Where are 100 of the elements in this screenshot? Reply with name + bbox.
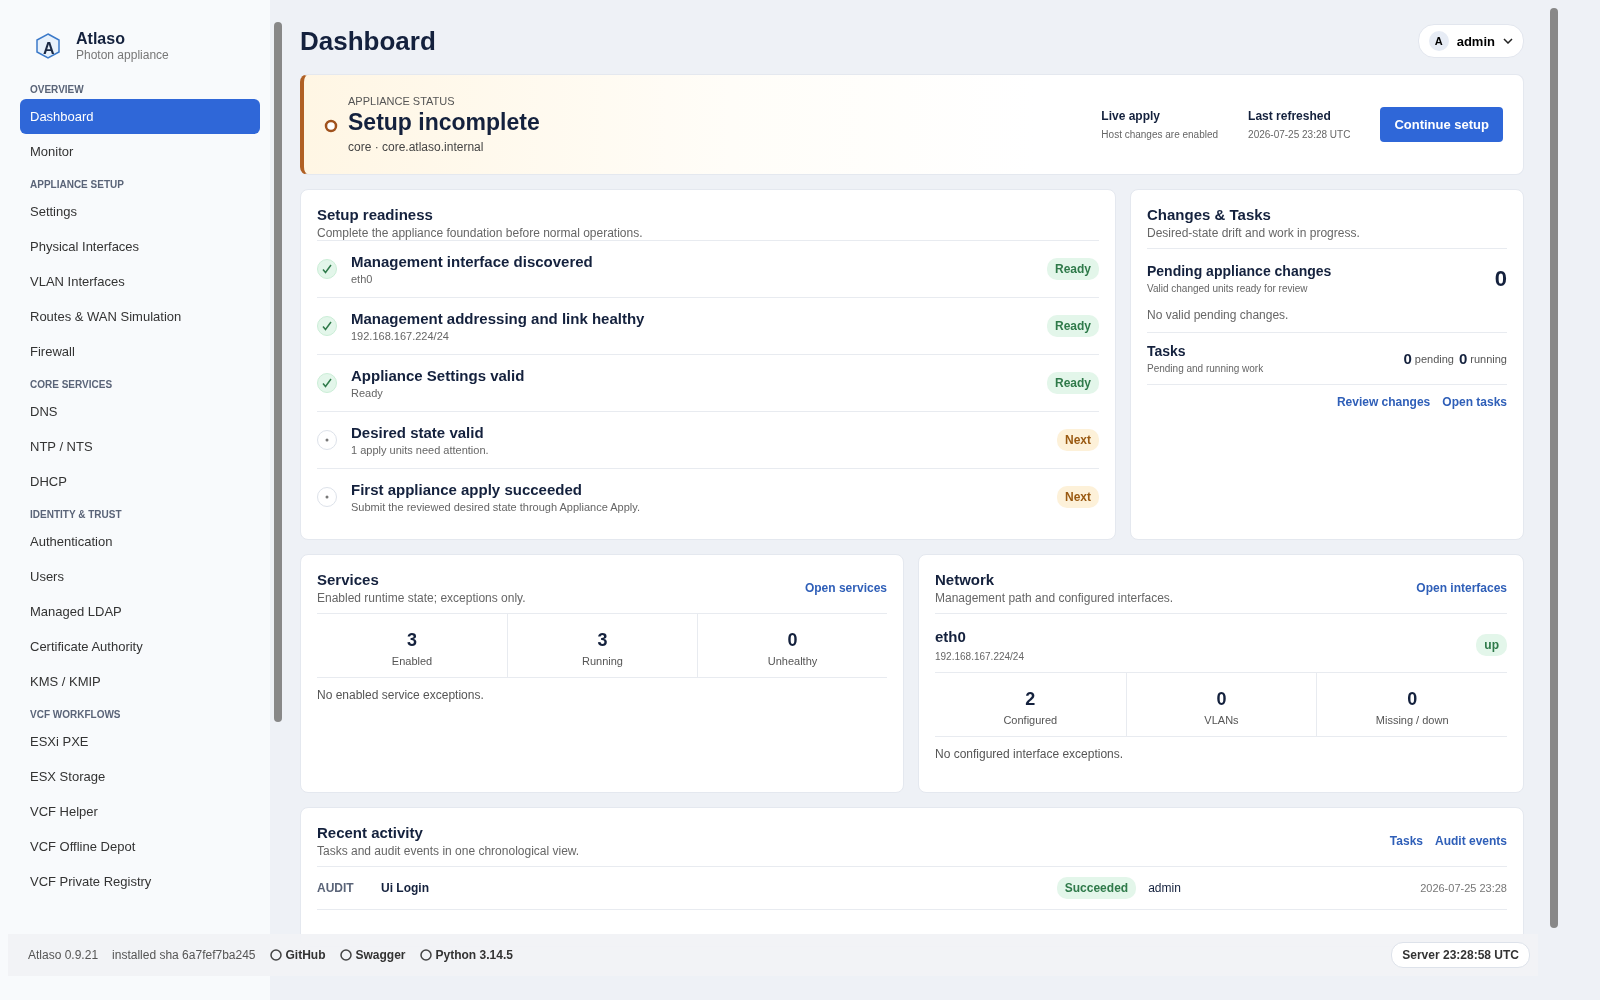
result-badge: Succeeded (1056, 877, 1137, 899)
server-time: Server 23:28:58 UTC (1391, 942, 1530, 968)
card-link[interactable]: Open tasks (1442, 395, 1507, 409)
activity-event: Ui Login (381, 881, 430, 895)
readiness-title: Management interface discovered (351, 253, 594, 270)
sidebar-heading: OVERVIEW (29, 83, 85, 97)
scrollbar[interactable] (274, 22, 282, 722)
fact-value: Host changes are enabled (1101, 129, 1219, 140)
status-badge: Next (1057, 486, 1099, 508)
tasks-title: Tasks (1147, 343, 1187, 359)
stat-label: Enabled (390, 655, 434, 667)
sidebar-item[interactable]: VCF Helper (20, 794, 260, 829)
sidebar-item[interactable]: Settings (20, 194, 260, 229)
card-subtitle: Enabled runtime state; exceptions only. (317, 591, 527, 605)
status-badge: Ready (1046, 258, 1099, 280)
card-title: Recent activity (317, 824, 424, 841)
footer-link[interactable]: GitHub (269, 948, 326, 962)
scrollbar[interactable] (1550, 8, 1558, 928)
pending-task-count: 0 (1403, 350, 1412, 367)
sidebar-item[interactable]: Monitor (20, 134, 260, 169)
stat-value: 0 (1406, 689, 1419, 710)
circle-icon (339, 949, 352, 961)
stat-label: Missing / down (1374, 714, 1450, 726)
footer-link[interactable]: Python 3.14.5 (419, 948, 513, 962)
sidebar-heading: APPLIANCE SETUP (29, 178, 125, 192)
interface-state-badge: up (1476, 634, 1507, 656)
user-menu[interactable]: A admin (1417, 24, 1524, 58)
sidebar-item[interactable]: VCF Private Registry (20, 864, 260, 899)
pending-count: 0 (1494, 265, 1507, 292)
version-text: Atlaso 0.9.21 (28, 948, 99, 962)
readiness-detail: eth0 (351, 273, 374, 285)
open-interfaces-link[interactable]: Open interfaces (1416, 581, 1507, 595)
readiness-detail: Ready (351, 387, 384, 399)
readiness-title: First appliance apply succeeded (351, 481, 583, 498)
sidebar-item[interactable]: Certificate Authority (20, 629, 260, 664)
sidebar-item[interactable]: DNS (20, 394, 260, 429)
card-subtitle: Desired-state drift and work in progress. (1147, 226, 1361, 240)
open-services-link[interactable]: Open services (804, 581, 887, 595)
sidebar-item[interactable]: Authentication (20, 524, 260, 559)
pending-label: pending (1414, 352, 1454, 365)
sidebar-item[interactable]: VLAN Interfaces (20, 264, 260, 299)
logo-letter: A (43, 40, 55, 58)
card-title: Services (317, 571, 380, 588)
stat-value: 3 (406, 630, 418, 651)
card-link[interactable]: Audit events (1435, 834, 1507, 848)
status-badge: Ready (1046, 315, 1099, 337)
readiness-title: Appliance Settings valid (351, 367, 526, 384)
sidebar-item[interactable]: ESXi PXE (20, 724, 260, 759)
sidebar-item[interactable]: ESX Storage (20, 759, 260, 794)
readiness-detail: 192.168.167.224/24 (351, 330, 450, 342)
interface-address: 192.168.167.224/24 (935, 651, 1025, 662)
footer-link[interactable]: Swagger (339, 948, 406, 962)
activity-actor: admin (1148, 881, 1182, 895)
card-note: No enabled service exceptions. (317, 687, 485, 704)
fact-value: 2026-07-25 23:28 UTC (1248, 129, 1351, 140)
stat-value: 0 (786, 630, 799, 651)
running-task-count: 0 (1458, 350, 1468, 367)
sidebar-item[interactable]: Physical Interfaces (20, 229, 260, 264)
pending-subtitle: Valid changed units ready for review (1147, 283, 1309, 294)
sidebar-item[interactable]: VCF Offline Depot (20, 829, 260, 864)
sidebar-item[interactable]: KMS / KMIP (20, 664, 260, 699)
continue-setup-button[interactable]: Continue setup (1380, 107, 1503, 142)
status-badge: Next (1057, 429, 1099, 451)
card-title: Setup readiness (317, 206, 434, 223)
sidebar-item[interactable]: Routes & WAN Simulation (20, 299, 260, 334)
activity-time: 2026-07-25 23:28 (1420, 882, 1507, 894)
sidebar-item[interactable]: DHCP (20, 464, 260, 499)
card-link[interactable]: Tasks (1389, 834, 1423, 848)
stat-value: 0 (1215, 689, 1228, 710)
card-subtitle: Tasks and audit events in one chronological view. (317, 844, 581, 858)
stat-label: Unhealthy (766, 655, 819, 667)
card-subtitle: Management path and configured interfaces. (935, 591, 1175, 605)
stat-label: Configured (1002, 714, 1059, 726)
sidebar-item[interactable]: NTP / NTS (20, 429, 260, 464)
status-subtitle: core · core.atlaso.internal (348, 140, 485, 154)
readiness-detail: 1 apply units need attention. (351, 444, 490, 456)
sidebar-heading: IDENTITY & TRUST (29, 508, 123, 522)
interface-name: eth0 (935, 628, 967, 645)
fact-label: Live apply (1101, 109, 1162, 123)
sidebar-heading: CORE SERVICES (29, 378, 114, 392)
card-link[interactable]: Review changes (1336, 395, 1431, 409)
stat-label: Running (581, 655, 624, 667)
card-title: Changes & Tasks (1147, 206, 1272, 223)
pending-note: No valid pending changes. (1147, 294, 1507, 333)
brand-subtitle: Photon appliance (76, 48, 169, 62)
card-title: Network (935, 571, 996, 588)
status-title: Setup incomplete (348, 109, 541, 136)
activity-kind: AUDIT (317, 881, 355, 895)
status-ring-icon (324, 118, 338, 133)
running-label: running (1470, 352, 1507, 365)
sidebar-item[interactable]: Managed LDAP (20, 594, 260, 629)
sidebar-item[interactable]: Dashboard (20, 99, 260, 134)
sha-text: installed sha 6a7fef7ba245 (112, 948, 256, 962)
sidebar-item[interactable]: Firewall (20, 334, 260, 369)
circle-icon (269, 949, 282, 961)
circle-icon (419, 949, 432, 961)
card-subtitle: Complete the appliance foundation before normal operations. (317, 226, 644, 240)
chevron-icon (1503, 38, 1513, 44)
fact-label: Last refreshed (1248, 109, 1332, 123)
sidebar-item[interactable]: Users (20, 559, 260, 594)
